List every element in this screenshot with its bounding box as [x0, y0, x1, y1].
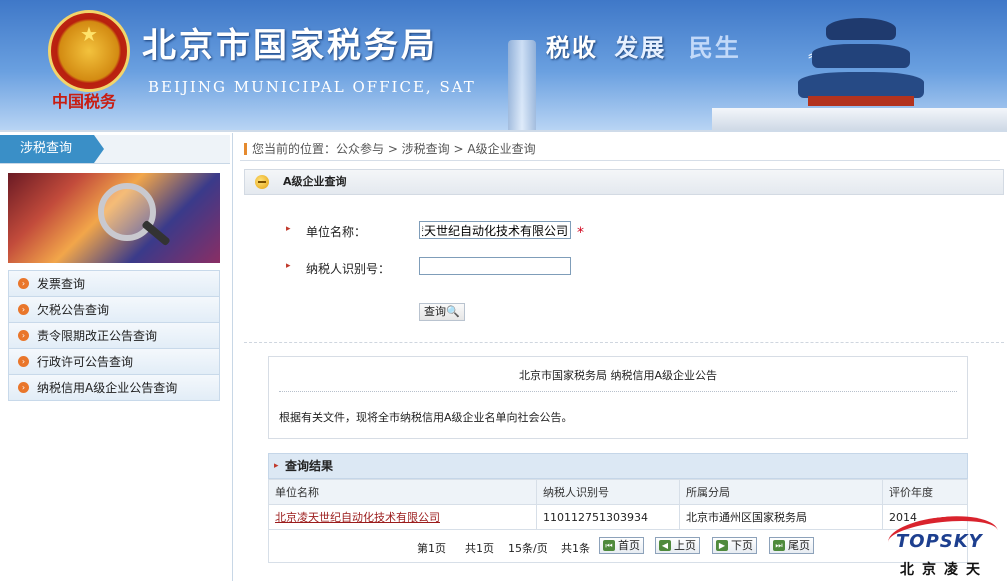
panel-title-text: A级企业查询	[283, 175, 347, 188]
announcement-title: 北京市国家税务局 纳税信用A级企业公告	[518, 369, 718, 382]
bullet-arrow-icon: ▸	[286, 224, 291, 234]
sidebar-item-invoice-query[interactable]: › 发票查询	[8, 270, 220, 297]
temple-image	[808, 96, 914, 106]
magnifier-icon	[98, 183, 156, 241]
announcement-body: 根据有关文件，现将全市纳税信用A级企业名单向社会公告。	[279, 411, 573, 424]
table-cell: 北京市通州区国家税务局	[679, 504, 883, 530]
sidebar-item-label: 责令限期改正公告查询	[37, 329, 158, 343]
item-total: 共1条	[561, 542, 590, 555]
query-button[interactable]: 查询🔍	[419, 303, 465, 321]
panel-title: A级企业查询	[244, 169, 1004, 195]
column-header: 所属分局	[679, 479, 883, 505]
main-content: 您当前的位置：公众参与 > 涉税查询 > A级企业查询 A级企业查询 ▸ 单位名…	[240, 133, 1007, 581]
next-page-label: 下页	[731, 539, 753, 552]
required-mark: *	[577, 225, 584, 241]
results-table: 单位名称 纳税人识别号 所属分局 评价年度 北京凌天世纪自动化技术有限公司 11…	[268, 479, 968, 530]
sidebar-item-label: 欠税公告查询	[37, 303, 110, 317]
prev-page-icon: ◀	[659, 540, 671, 551]
last-page-icon: ⏭	[773, 540, 785, 551]
last-page-label: 尾页	[788, 539, 810, 552]
sidebar-item-correction-order[interactable]: › 责令限期改正公告查询	[8, 323, 220, 349]
arrow-bullet-icon: ›	[18, 278, 29, 289]
last-page-button[interactable]: ⏭ 尾页	[769, 537, 814, 554]
announcement-box: 北京市国家税务局 纳税信用A级企业公告 根据有关文件，现将全市纳税信用A级企业名…	[268, 356, 968, 439]
prev-page-button[interactable]: ◀ 上页	[655, 537, 700, 554]
sidebar-item-a-credit[interactable]: › 纳税信用A级企业公告查询	[8, 375, 220, 401]
sidebar-item-admin-license[interactable]: › 行政许可公告查询	[8, 349, 220, 375]
table-cell: 110112751303934	[536, 504, 680, 530]
slogan-word: 发展	[614, 33, 667, 62]
first-page-button[interactable]: ⏮ 首页	[599, 537, 644, 554]
table-row: 北京凌天世纪自动化技术有限公司 110112751303934 北京市通州区国家…	[268, 504, 968, 530]
temple-image	[826, 18, 896, 40]
prev-page-label: 上页	[674, 539, 696, 552]
results-header: 查询结果	[268, 453, 968, 479]
bullet-arrow-icon: ▸	[286, 261, 291, 271]
sidebar: 涉税查询 › 发票查询 › 欠税公告查询 › 责令限期改正公告查询 › 行政许可公告查询…	[0, 133, 233, 581]
sidebar-tab-tax-query[interactable]: 涉税查询	[0, 135, 104, 163]
taxpayer-id-input[interactable]	[419, 257, 571, 275]
minus-circle-icon	[255, 175, 269, 189]
company-name-input[interactable]	[419, 221, 571, 239]
sidebar-item-label: 纳税信用A级企业公告查询	[37, 381, 178, 395]
site-title: 北京市国家税务局	[142, 26, 438, 66]
announcement-divider	[279, 391, 957, 392]
column-header: 纳税人识别号	[536, 479, 680, 505]
topsky-watermark-logo: TOPSKY 北京凌天	[886, 511, 1007, 581]
calligraphy-logo: 中国税务	[52, 92, 117, 111]
next-page-button[interactable]: ▶ 下页	[712, 537, 757, 554]
sidebar-item-label: 发票查询	[37, 277, 86, 291]
huabiao-column-image	[508, 40, 536, 130]
sidebar-item-tax-arrears[interactable]: › 欠税公告查询	[8, 297, 220, 323]
company-name-label: 单位名称：	[306, 225, 367, 239]
first-page-label: 首页	[618, 539, 640, 552]
slogan: 税收 发展 民生	[546, 28, 741, 63]
temple-base-image	[712, 108, 1007, 130]
temple-image	[812, 44, 910, 68]
temple-image	[798, 72, 924, 98]
header-banner: ★ 中国税务 北京市国家税务局 BEIJING MUNICIPAL OFFICE…	[0, 0, 1007, 130]
query-form: ▸ 单位名称： * ▸ 纳税人识别号： 查询🔍	[244, 195, 1004, 345]
sidebar-item-label: 行政许可公告查询	[37, 355, 134, 369]
star-icon: ★	[80, 22, 98, 46]
logo-company: 北京凌天	[900, 562, 988, 578]
arrow-bullet-icon: ›	[18, 382, 29, 393]
results-section: 查询结果 单位名称 纳税人识别号 所属分局 评价年度 北京凌天世纪自动化技术有限…	[268, 453, 968, 563]
page-size: 15条/页	[508, 542, 548, 555]
arrow-bullet-icon: ›	[18, 356, 29, 367]
first-page-icon: ⏮	[603, 540, 615, 551]
column-header: 评价年度	[882, 479, 968, 505]
sidebar-menu: › 发票查询 › 欠税公告查询 › 责令限期改正公告查询 › 行政许可公告查询 › 纳税信…	[8, 270, 220, 401]
taxpayer-id-label: 纳税人识别号：	[306, 262, 391, 276]
slogan-word: 税收	[546, 33, 598, 62]
column-header: 单位名称	[268, 479, 537, 505]
arrow-bullet-icon: ›	[18, 304, 29, 315]
section-divider	[244, 342, 1004, 343]
page-total: 共1页	[465, 542, 494, 555]
next-page-icon: ▶	[716, 540, 728, 551]
table-cell: 北京凌天世纪自动化技术有限公司	[268, 504, 537, 530]
pagination: 第1页 共1页 15条/页 共1条 ⏮ 首页 ◀ 上页 ▶ 下页 ⏭ 尾页	[268, 530, 968, 563]
sidebar-header: 涉税查询	[0, 135, 230, 164]
site-title-english: BEIJING MUNICIPAL OFFICE, SAT	[148, 78, 476, 96]
magnifier-illustration	[8, 173, 220, 263]
slogan-word: 民生	[688, 33, 741, 62]
page-current: 第1页	[417, 542, 446, 555]
arrow-bullet-icon: ›	[18, 330, 29, 341]
company-link[interactable]: 北京凌天世纪自动化技术有限公司	[275, 511, 440, 524]
table-header-row: 单位名称 纳税人识别号 所属分局 评价年度	[268, 479, 968, 505]
header-divider	[0, 130, 1007, 132]
logo-brand: TOPSKY	[896, 531, 983, 552]
breadcrumb: 您当前的位置：公众参与 > 涉税查询 > A级企业查询	[240, 137, 1000, 161]
